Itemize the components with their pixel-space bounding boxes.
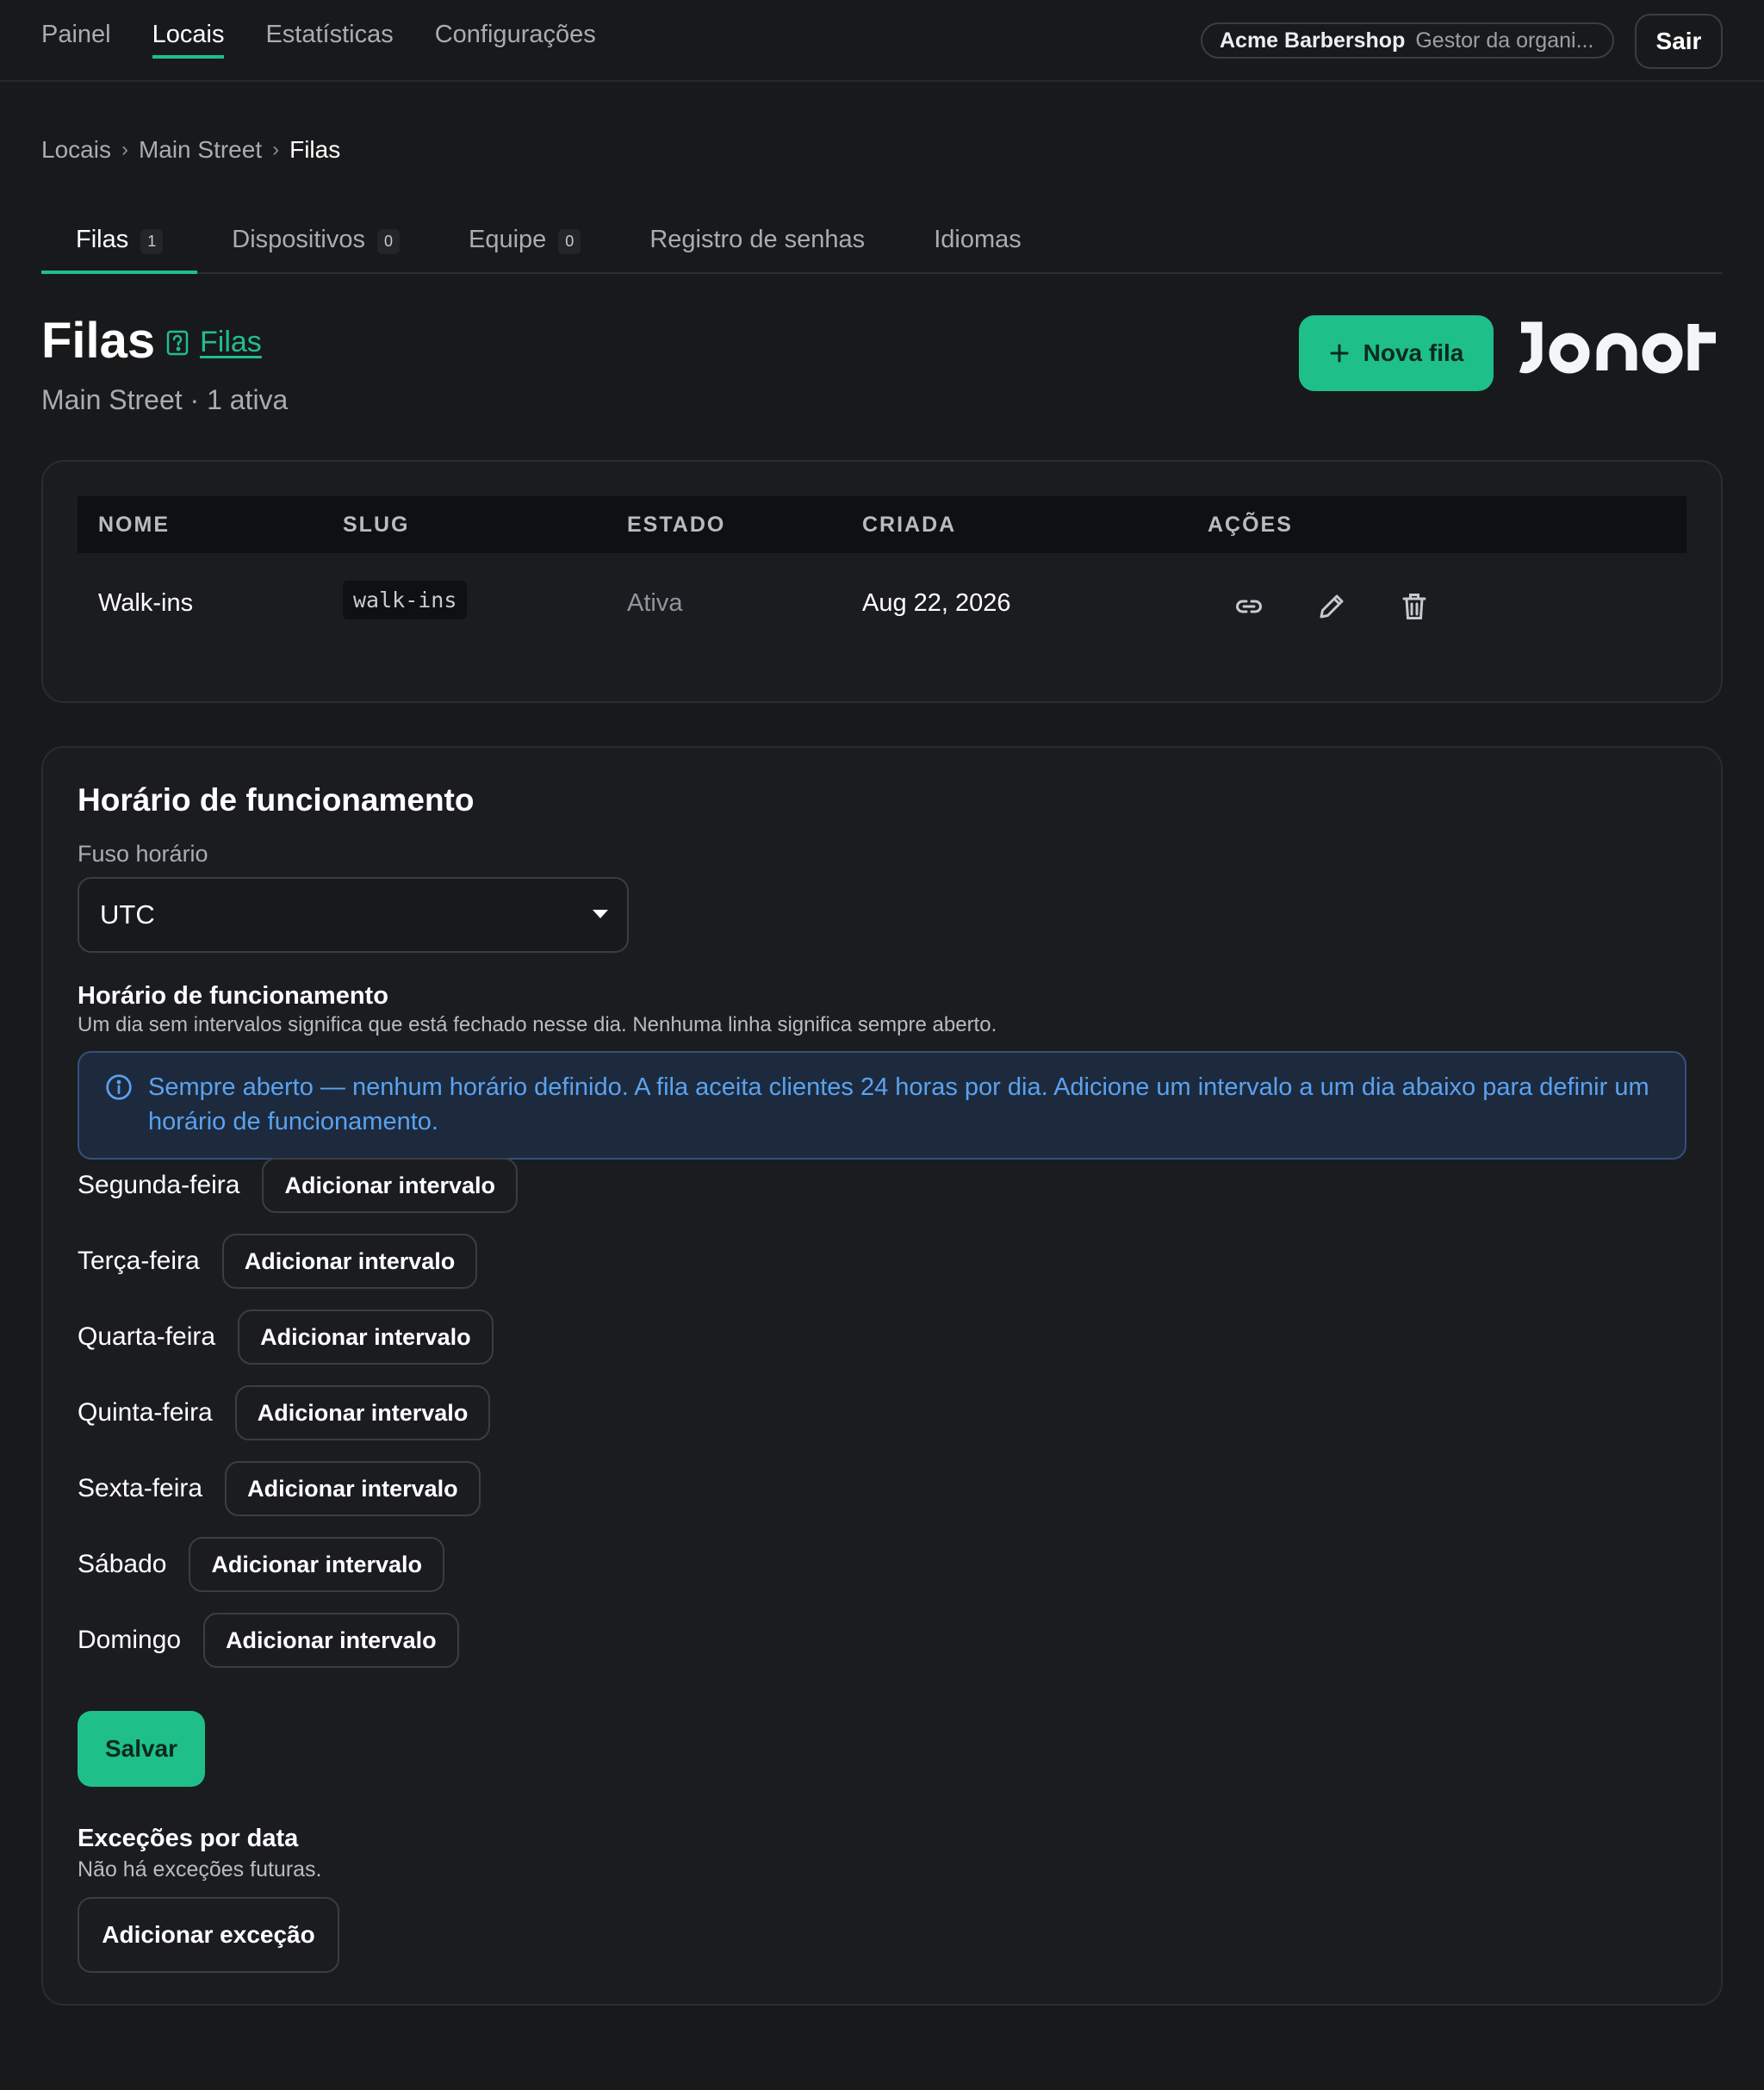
timezone-select[interactable]: UTC — [78, 877, 629, 953]
day-row-quinta: Quinta-feira Adicionar intervalo — [78, 1385, 491, 1440]
queue-status: Ativa — [627, 589, 683, 617]
tab-label: Dispositivos — [232, 226, 365, 253]
column-header-slug: SLUG — [343, 512, 410, 537]
breadcrumb-locais[interactable]: Locais — [41, 136, 111, 164]
org-name: Acme Barbershop — [1220, 28, 1406, 53]
queues-table-card: NOME SLUG ESTADO CRIADA AÇÕES Walk-ins w… — [41, 460, 1723, 703]
link-icon[interactable] — [1233, 591, 1264, 622]
day-row-segunda: Segunda-feira Adicionar intervalo — [78, 1158, 519, 1213]
top-navbar: Painel Locais Estatísticas Configurações… — [0, 0, 1764, 82]
new-queue-label: Nova fila — [1363, 339, 1464, 366]
add-exception-button[interactable]: Adicionar exceção — [78, 1897, 339, 1973]
day-name: Quinta-feira — [78, 1398, 213, 1427]
alert-text: Sempre aberto — nenhum horário definido.… — [148, 1073, 1649, 1135]
logout-button[interactable]: Sair — [1635, 14, 1723, 69]
day-row-sabado: Sábado Adicionar intervalo — [78, 1537, 444, 1592]
help-link[interactable]: Filas — [165, 326, 262, 359]
tab-idiomas[interactable]: Idiomas — [899, 214, 1056, 274]
day-row-quarta: Quarta-feira Adicionar intervalo — [78, 1309, 494, 1365]
breadcrumb-main-street[interactable]: Main Street — [139, 136, 262, 164]
add-interval-button[interactable]: Adicionar intervalo — [225, 1461, 481, 1516]
chevron-down-icon — [593, 910, 608, 918]
always-open-alert: Sempre aberto — nenhum horário definido.… — [78, 1051, 1686, 1160]
brand-logo — [1516, 317, 1723, 383]
tab-label: Filas — [76, 226, 129, 253]
tab-equipe[interactable]: Equipe 0 — [434, 214, 615, 274]
tab-dispositivos[interactable]: Dispositivos 0 — [197, 214, 434, 274]
tab-label: Equipe — [468, 226, 547, 253]
page-subtitle: Main Street · 1 ativa — [41, 384, 289, 415]
day-name: Domingo — [78, 1626, 182, 1654]
column-header-criada: CRIADA — [862, 512, 957, 537]
day-row-domingo: Domingo Adicionar intervalo — [78, 1613, 459, 1668]
nav-locais[interactable]: Locais — [152, 21, 225, 59]
table-row: Walk-ins walk-ins Ativa Aug 22, 2026 — [78, 555, 1686, 667]
breadcrumb-separator: › — [272, 138, 280, 161]
opening-hours-card: Horário de funcionamento Fuso horário UT… — [41, 746, 1723, 2006]
day-name: Sábado — [78, 1550, 167, 1578]
exceptions-description: Não há exceções futuras. — [78, 1857, 322, 1882]
day-name: Quarta-feira — [78, 1322, 216, 1351]
help-doc-icon — [166, 330, 189, 355]
breadcrumb-separator: › — [121, 138, 128, 161]
tab-count-badge: 0 — [558, 229, 581, 254]
day-name: Sexta-feira — [78, 1474, 203, 1502]
page-title: Filas — [41, 313, 156, 369]
day-name: Terça-feira — [78, 1247, 200, 1275]
plus-icon — [1330, 344, 1349, 363]
column-header-nome: NOME — [98, 512, 170, 537]
tab-count-badge: 1 — [140, 229, 164, 254]
location-tabs: Filas 1 Dispositivos 0 Equipe 0 Registro… — [41, 214, 1723, 274]
column-header-estado: ESTADO — [627, 512, 726, 537]
nav-configuracoes[interactable]: Configurações — [435, 21, 596, 59]
timezone-value: UTC — [100, 899, 155, 930]
org-role: Gestor da organi... — [1415, 28, 1594, 53]
day-row-terca: Terça-feira Adicionar intervalo — [78, 1234, 478, 1289]
day-name: Segunda-feira — [78, 1171, 240, 1199]
opening-hours-title: Horário de funcionamento — [78, 782, 475, 818]
column-header-acoes: AÇÕES — [1208, 512, 1293, 537]
breadcrumb-filas: Filas — [289, 136, 341, 163]
exceptions-title: Exceções por data — [78, 1825, 299, 1852]
add-interval-button[interactable]: Adicionar intervalo — [221, 1234, 478, 1289]
table-header: NOME SLUG ESTADO CRIADA AÇÕES — [78, 496, 1686, 553]
trash-icon[interactable] — [1399, 591, 1430, 622]
add-interval-button[interactable]: Adicionar intervalo — [238, 1309, 494, 1365]
queue-created-date: Aug 22, 2026 — [862, 589, 1011, 617]
schedule-subtitle: Horário de funcionamento — [78, 982, 388, 1010]
add-interval-button[interactable]: Adicionar intervalo — [189, 1537, 444, 1592]
tab-count-badge: 0 — [376, 229, 400, 254]
tab-label: Registro de senhas — [649, 226, 866, 253]
new-queue-button[interactable]: Nova fila — [1299, 315, 1494, 391]
tab-filas[interactable]: Filas 1 — [41, 214, 198, 274]
schedule-description: Um dia sem intervalos significa que está… — [78, 1013, 997, 1036]
nav-estatisticas[interactable]: Estatísticas — [265, 21, 393, 59]
add-interval-button[interactable]: Adicionar intervalo — [262, 1158, 519, 1213]
timezone-label: Fuso horário — [78, 841, 208, 867]
pencil-icon[interactable] — [1316, 591, 1347, 622]
breadcrumb: Locais › Main Street › Filas — [41, 136, 340, 164]
day-row-sexta: Sexta-feira Adicionar intervalo — [78, 1461, 481, 1516]
tab-label: Idiomas — [934, 226, 1022, 253]
add-interval-button[interactable]: Adicionar intervalo — [234, 1385, 491, 1440]
queue-slug: walk-ins — [343, 581, 468, 619]
tab-registro-de-senhas[interactable]: Registro de senhas — [615, 214, 899, 274]
add-interval-button[interactable]: Adicionar intervalo — [203, 1613, 459, 1668]
save-button[interactable]: Salvar — [78, 1711, 205, 1787]
help-link-label: Filas — [200, 326, 262, 358]
main-nav: Painel Locais Estatísticas Configurações — [41, 21, 596, 59]
queue-name: Walk-ins — [98, 589, 194, 617]
org-switcher[interactable]: Acme Barbershop Gestor da organi... — [1201, 22, 1614, 59]
info-circle-icon — [106, 1074, 132, 1100]
queue-slug-cell: walk-ins — [343, 581, 468, 619]
nav-painel[interactable]: Painel — [41, 21, 111, 59]
